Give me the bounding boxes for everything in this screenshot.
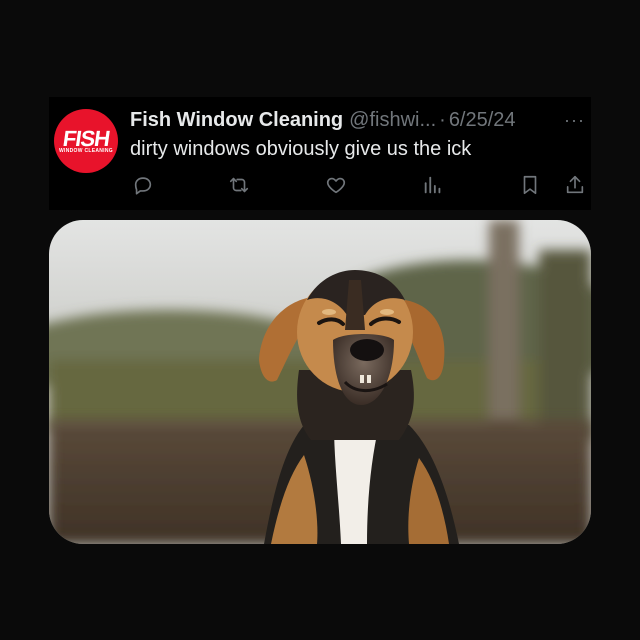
- user-handle[interactable]: @fishwi...: [349, 109, 436, 132]
- like-icon[interactable]: [324, 173, 348, 197]
- tweet-card[interactable]: FISH WINDOW CLEANING Fish Window Cleanin…: [49, 97, 591, 210]
- share-icon[interactable]: [563, 173, 587, 197]
- tweet-text: dirty windows obviously give us the ick: [130, 138, 472, 160]
- views-icon[interactable]: [421, 173, 445, 197]
- tweet-photo[interactable]: [49, 220, 591, 544]
- tweet-header: Fish Window Cleaning @fishwi... · 6/25/2…: [130, 108, 591, 132]
- more-options-icon[interactable]: ···: [564, 110, 585, 131]
- action-bar: [49, 173, 591, 197]
- avatar-logo-text: FISH: [61, 125, 111, 151]
- bookmark-icon[interactable]: [518, 173, 542, 197]
- display-name[interactable]: Fish Window Cleaning: [130, 109, 343, 132]
- avatar[interactable]: FISH WINDOW CLEANING: [54, 109, 118, 173]
- retweet-icon[interactable]: [227, 173, 251, 197]
- tweet-date[interactable]: 6/25/24: [449, 109, 516, 132]
- dog-photo-illustration: [49, 220, 591, 544]
- separator-dot: ·: [439, 108, 446, 131]
- reply-icon[interactable]: [131, 173, 155, 197]
